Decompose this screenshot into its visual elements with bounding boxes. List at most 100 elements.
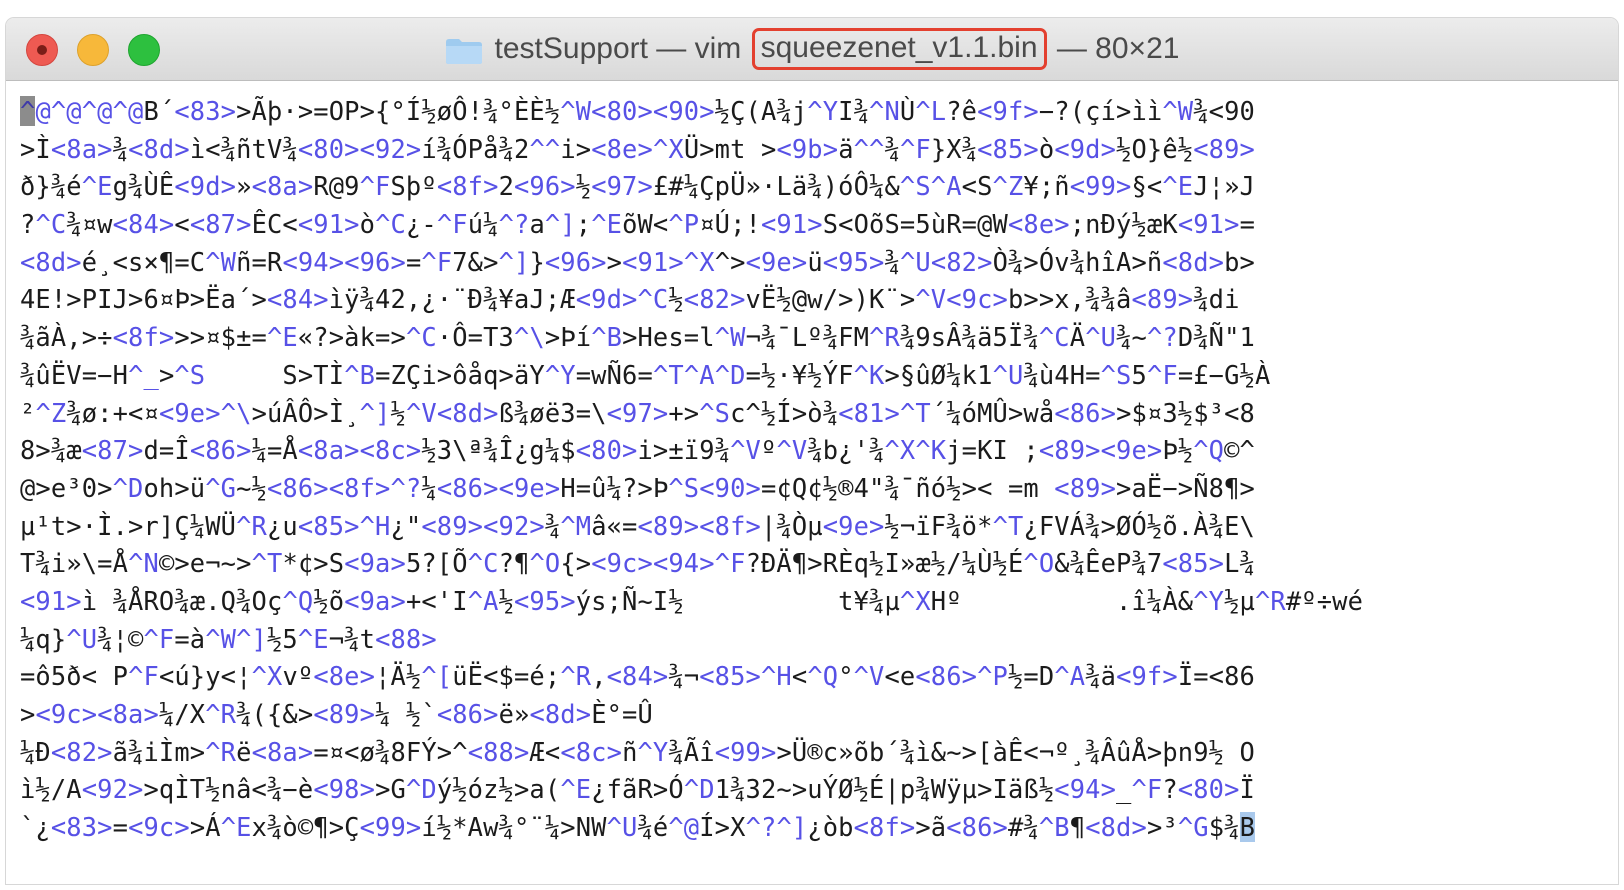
title-prefix: testSupport — vim — [494, 32, 750, 65]
text-segment: ©^ — [1224, 435, 1255, 466]
special-char: ^A — [467, 585, 499, 616]
text-segment: < — [174, 209, 190, 240]
special-char: <8f> — [436, 171, 499, 202]
text-segment: Æ< — [529, 736, 561, 767]
text-segment: ¾9sÂ¾ä5Ï¾ — [899, 322, 1039, 353]
special-char: ^E — [81, 171, 113, 202]
text-segment: 8>¾æ — [20, 435, 82, 466]
special-char: <91> — [297, 209, 360, 240]
special-char: <99> — [1069, 171, 1132, 202]
text-segment: ¾ø:+<¤ — [66, 397, 159, 428]
text-segment: ¾b¿'¾ — [807, 435, 885, 466]
text-segment: ¾ãÀ,>÷ — [20, 322, 113, 353]
special-char: <8e> — [313, 661, 376, 692]
special-char: ^X — [652, 133, 684, 164]
special-char: ^U — [899, 246, 931, 277]
text-segment: ã¾iÌm> — [112, 736, 206, 767]
text-segment: ½ — [498, 585, 514, 616]
special-char: ^] — [776, 812, 808, 843]
special-char: <85> — [977, 133, 1039, 164]
text-segment: ½3\ª¾Î¿g¼$ — [421, 435, 576, 466]
text-segment: ©>e¬~> — [158, 548, 252, 579]
special-char: <8d> — [20, 246, 82, 277]
text-segment: ñ — [622, 736, 638, 767]
text-segment: =wÑ6= — [575, 359, 653, 390]
text-segment: 5?[Õ — [405, 548, 468, 579]
special-char: ^V — [405, 397, 437, 428]
special-char: ^E — [591, 209, 623, 240]
text-segment: } — [529, 246, 545, 277]
special-char: ^W — [205, 623, 237, 654]
text-segment: <S — [961, 171, 993, 202]
text-segment: |¾Òµ — [761, 510, 823, 541]
text-segment: í½*Aw¾°¨¼>NW — [421, 812, 607, 843]
special-char: ^V — [730, 435, 761, 466]
special-char: <97> — [606, 397, 669, 428]
text-segment: x¾ò©¶>Ç — [251, 812, 360, 843]
buffer-line: ><9c><8a>¼/X^R¾({&><89>¼ ½`<86>ë»<8d>È°=… — [20, 696, 1602, 734]
special-char: ^A — [683, 359, 715, 390]
special-char: <91> — [622, 246, 684, 277]
text-segment: ¿òb — [807, 812, 854, 843]
special-char: ^R — [236, 510, 267, 541]
text-segment: ¿u — [267, 510, 298, 541]
special-char: ^] — [236, 623, 267, 654]
text-segment: ½µ — [1224, 585, 1255, 616]
text-segment: >Ü®c»õb´¾ì&~>[àÊ<¬º¸¾ÂûÅ>þn9½ O — [776, 736, 1255, 767]
special-char: ^R — [205, 699, 237, 729]
text-segment: >Hes=l — [622, 322, 715, 353]
text-segment: Sþº — [390, 171, 437, 202]
special-char: <81> — [838, 397, 900, 428]
special-char: <85> — [1162, 548, 1225, 579]
text-segment: >ã — [915, 812, 947, 843]
text-segment: ¼q} — [20, 623, 67, 654]
special-char: ^@ — [112, 96, 144, 126]
special-char: ^S — [668, 472, 700, 503]
text-segment: _ — [1116, 774, 1132, 805]
text-segment: +> — [668, 397, 700, 428]
text-segment: í¾ÓPå¾2 — [421, 133, 530, 164]
special-char: <8a> — [251, 171, 314, 202]
special-char: <8e> — [591, 133, 653, 164]
text-segment: < — [791, 661, 808, 692]
vim-buffer[interactable]: ^@^@^@^@B´<83>>Ãþ·>=OP>{°Í½øÔ!¾°ÈÈ½^W<80… — [6, 81, 1618, 847]
special-char: <9f> — [1116, 661, 1178, 692]
text-segment: ¾({&> — [236, 699, 314, 729]
title-suffix: — 80×21 — [1048, 32, 1180, 65]
text-segment: ¾di — [1193, 284, 1240, 315]
special-char: ^R — [205, 736, 237, 767]
title-bar[interactable]: testSupport — vim squeezenet_v1.1.bin — … — [6, 18, 1618, 81]
text-segment: {> — [560, 548, 592, 579]
buffer-line: ð}¾é^Eg¾ÙÊ<9d>»<8a>R@9^FSþº<8f>2<96>½<97… — [20, 168, 1602, 206]
special-char: ^T — [899, 397, 931, 428]
special-char: <89> — [421, 510, 484, 541]
special-char: <97> — [591, 171, 653, 202]
special-char: <80> — [297, 133, 360, 164]
special-char: ^F — [359, 171, 391, 202]
special-char: ^A — [1054, 661, 1086, 692]
text-segment: ¥;ñ — [1023, 171, 1070, 202]
text-segment: Þ½ — [1162, 435, 1194, 466]
text-segment: +<'I — [405, 585, 468, 616]
text-segment: ¤Ú;! — [699, 209, 761, 240]
text-segment: @>e³0> — [20, 472, 113, 503]
special-char: ^X — [899, 585, 931, 616]
text-segment: >aË−>Ñ8¶> — [1116, 472, 1255, 503]
special-char: ^U — [66, 623, 98, 654]
text-segment: L¾ — [1224, 548, 1255, 579]
text-segment: 1¾32~>uÝØ½É|p¾Wÿµ>Iäß½ — [714, 774, 1055, 805]
text-segment: , — [591, 661, 607, 692]
text-segment: Ü>mt > — [683, 133, 777, 164]
special-char: ^E — [267, 322, 298, 353]
text-segment: Í>X — [699, 812, 746, 843]
text-segment: >Á — [189, 812, 221, 843]
special-char: ^A — [930, 171, 962, 202]
special-char: ^B — [1038, 812, 1070, 843]
text-segment: >³ — [1146, 812, 1178, 843]
text-segment: 5 — [1131, 359, 1147, 390]
special-char: <9c> — [591, 548, 653, 579]
special-char: <80> — [1177, 774, 1240, 805]
text-segment: ¼ ½` — [375, 699, 437, 729]
special-char: <92> — [81, 774, 144, 805]
text-segment: ¾¦© — [97, 623, 144, 654]
